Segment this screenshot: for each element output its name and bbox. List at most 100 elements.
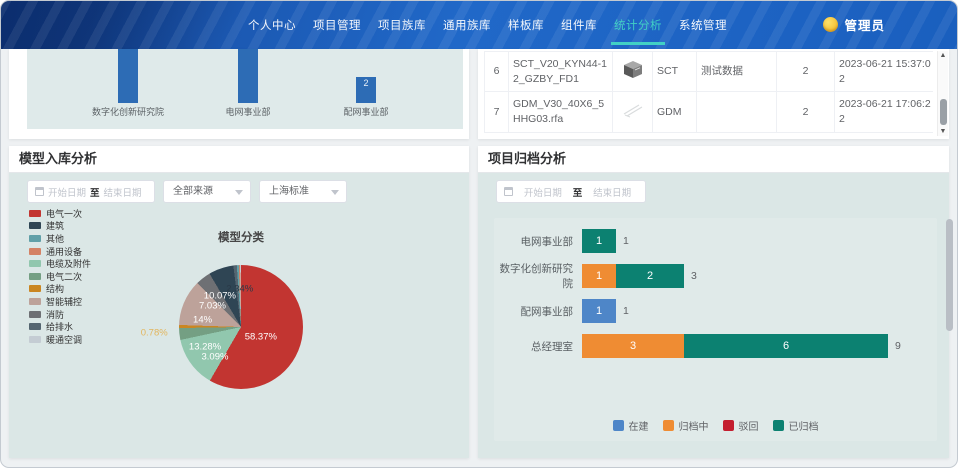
archive-category-label: 电网事业部: [494, 234, 582, 249]
pie-slice-label: 14%: [193, 314, 212, 325]
cell-index: 6: [485, 52, 509, 92]
scroll-up-icon[interactable]: ▲: [938, 52, 948, 59]
bar-chart-legend: 在建 归档中 驳回 已归档: [494, 418, 937, 433]
model-table-card: 6SCT_V20_KYN44-12_GZBY_FD1SCT测试数据22023-0…: [478, 49, 949, 139]
nav-item-2[interactable]: 项目管理: [310, 15, 364, 45]
cell-preview: [613, 52, 653, 92]
source-select[interactable]: 全部来源: [163, 180, 251, 203]
bar-segment-在建[interactable]: 1: [582, 299, 616, 323]
legend-swatch: [29, 222, 41, 229]
legend-swatch: [29, 248, 41, 255]
pie-chart-title: 模型分类: [179, 229, 303, 245]
user-menu[interactable]: 管理员: [823, 15, 885, 34]
bar-total-label: 3: [691, 270, 697, 282]
legend-item[interactable]: 给排水: [29, 320, 91, 333]
user-avatar-icon: [823, 17, 838, 32]
scrollbar-thumb[interactable]: [940, 99, 947, 125]
legend-item[interactable]: 电气二次: [29, 270, 91, 283]
legend-label: 归档中: [679, 418, 709, 433]
scroll-down-icon[interactable]: ▼: [938, 128, 948, 135]
legend-label: 其他: [46, 232, 64, 245]
table-row[interactable]: 7GDM_V30_40X6_5HHG03.rfaGDM22023-06-21 1…: [485, 92, 934, 132]
nav-item-1[interactable]: 个人中心: [245, 15, 299, 45]
pie-chart[interactable]: 58.37%13.28%3.09%0.78%14%7.03%10.07%2.34…: [179, 265, 303, 389]
legend-item[interactable]: 在建: [613, 418, 649, 433]
dept-bar-chart[interactable]: 数字化创新研究院电网事业部2配网事业部: [27, 49, 463, 129]
chevron-down-icon: [331, 190, 339, 195]
stacked-bar[interactable]: 12: [582, 264, 684, 288]
calendar-icon: [35, 187, 44, 196]
source-select-value: 全部来源: [173, 186, 213, 197]
legend-item[interactable]: 电缆及附件: [29, 257, 91, 270]
model-table-wrap: 6SCT_V20_KYN44-12_GZBY_FD1SCT测试数据22023-0…: [484, 51, 933, 135]
legend-label: 电气二次: [46, 270, 82, 283]
dept-bar[interactable]: 2: [356, 77, 376, 103]
cell-name: GDM_V30_40X6_5HHG03.rfa: [509, 92, 613, 132]
bar-segment-归档中[interactable]: 1: [582, 264, 616, 288]
legend-label: 在建: [629, 418, 649, 433]
legend-label: 结构: [46, 282, 64, 295]
legend-label: 消防: [46, 308, 64, 321]
bar-segment-归档中[interactable]: 3: [582, 334, 684, 358]
dept-bar[interactable]: [238, 49, 258, 103]
legend-item[interactable]: 通用设备: [29, 245, 91, 258]
date-range-picker[interactable]: 开始日期 至 结束日期: [496, 180, 646, 203]
bar-segment-已归档[interactable]: 1: [582, 229, 616, 253]
legend-item[interactable]: 电气一次: [29, 207, 91, 220]
panel-title: 模型入库分析: [9, 146, 469, 173]
table-row[interactable]: 6SCT_V20_KYN44-12_GZBY_FD1SCT测试数据22023-0…: [485, 52, 934, 92]
legend-label: 驳回: [739, 418, 759, 433]
cell-time: 2023-06-21 15:37:02: [835, 52, 934, 92]
legend-item[interactable]: 驳回: [723, 418, 759, 433]
stacked-bar-chart[interactable]: 在建归档中驳回已归档 电网事业部11数字化创新研究院123配网事业部11总经理室…: [494, 218, 937, 441]
nav-item-7[interactable]: 统计分析: [611, 15, 665, 45]
legend-swatch: [773, 420, 784, 431]
standard-select[interactable]: 上海标准: [259, 180, 347, 203]
legend-item[interactable]: 归档中: [663, 418, 709, 433]
table-scrollbar[interactable]: ▲ ▼: [937, 51, 948, 136]
archive-analysis-panel: 项目归档分析 开始日期 至 结束日期 在建归档中驳回已归档 电网事业部11数字化…: [478, 146, 949, 458]
bar-segment-已归档[interactable]: 2: [616, 264, 684, 288]
bar-value-label: 2: [356, 77, 376, 88]
panel-title: 项目归档分析: [478, 146, 949, 173]
legend-item[interactable]: 建筑: [29, 220, 91, 233]
cube-3d-icon: [623, 69, 643, 81]
page-scrollbar-thumb[interactable]: [946, 219, 953, 331]
bar-segment-已归档[interactable]: 6: [684, 334, 888, 358]
archive-analysis-body: 开始日期 至 结束日期 在建归档中驳回已归档 电网事业部11数字化创新研究院12…: [478, 173, 949, 458]
nav-item-8[interactable]: 系统管理: [676, 15, 730, 45]
legend-swatch: [29, 210, 41, 217]
model-analysis-body: 开始日期 至 结束日期 全部来源 上海标准 模型分类 电气一次建筑其他通用设备电…: [9, 173, 469, 458]
user-name: 管理员: [844, 15, 885, 34]
date-end-placeholder: 结束日期: [586, 185, 638, 199]
legend-item[interactable]: 消防: [29, 308, 91, 321]
legend-label: 建筑: [46, 219, 64, 232]
nav-item-6[interactable]: 组件库: [558, 15, 600, 45]
legend-item[interactable]: 暖通空调: [29, 333, 91, 346]
dashboard-window: 个人中心项目管理项目族库通用族库样板库组件库统计分析系统管理 管理员 数字化创新…: [0, 0, 958, 468]
stacked-bar[interactable]: 1: [582, 299, 616, 323]
nav-item-5[interactable]: 样板库: [505, 15, 547, 45]
legend-item[interactable]: 结构: [29, 283, 91, 296]
stacked-bar[interactable]: 1: [582, 229, 616, 253]
legend-item[interactable]: 智能辅控: [29, 295, 91, 308]
legend-swatch: [29, 235, 41, 242]
nav-item-4[interactable]: 通用族库: [440, 15, 494, 45]
legend-label: 电缆及附件: [46, 257, 91, 270]
cell-desc: 测试数据: [697, 52, 777, 92]
main-menu: 个人中心项目管理项目族库通用族库样板库组件库统计分析系统管理: [245, 15, 730, 45]
legend-label: 电气一次: [46, 207, 82, 220]
pie-slice-label: 3.09%: [201, 351, 228, 362]
nav-item-3[interactable]: 项目族库: [375, 15, 429, 45]
stacked-bar[interactable]: 36: [582, 334, 888, 358]
pie-slice-label: 58.37%: [245, 331, 277, 342]
cell-index: 7: [485, 92, 509, 132]
legend-swatch: [663, 420, 674, 431]
dept-bar[interactable]: [118, 49, 138, 103]
legend-label: 通用设备: [46, 245, 82, 258]
date-range-picker[interactable]: 开始日期 至 结束日期: [27, 180, 155, 203]
archive-bar-row: 电网事业部11: [494, 229, 937, 253]
legend-label: 已归档: [789, 418, 819, 433]
legend-item[interactable]: 其他: [29, 232, 91, 245]
legend-item[interactable]: 已归档: [773, 418, 819, 433]
